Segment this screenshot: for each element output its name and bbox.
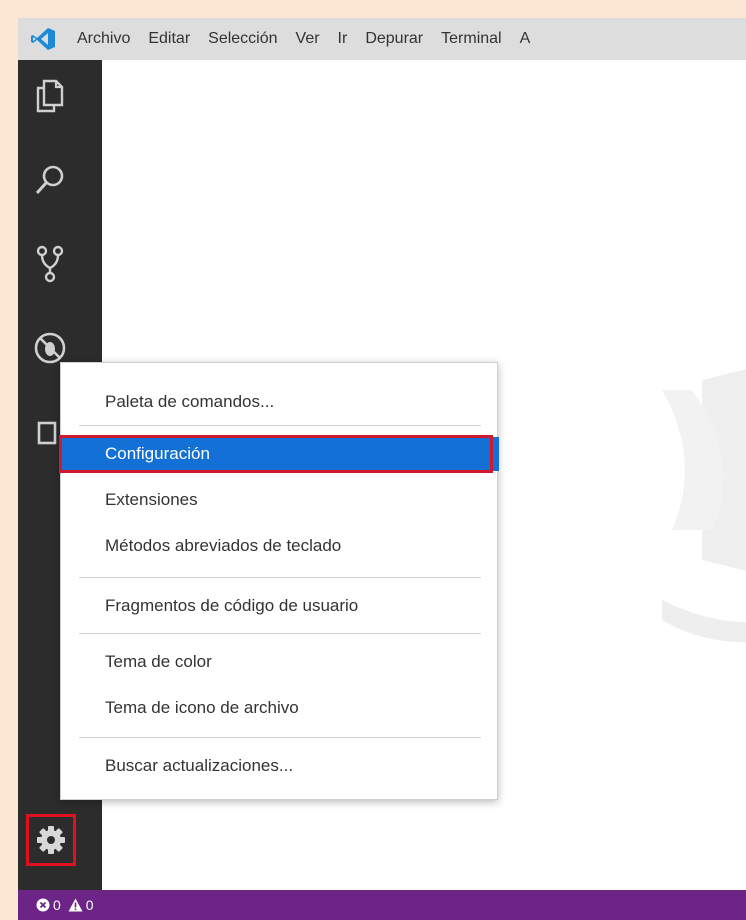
menu-item-extensions[interactable]: Extensiones [61,483,499,517]
menu-separator [79,577,481,578]
menu-item-keyboard-shortcuts[interactable]: Métodos abreviados de teclado [61,529,499,563]
menu-separator [79,737,481,738]
error-icon [36,898,50,912]
menu-item-command-palette[interactable]: Paleta de comandos... [61,385,499,419]
status-bar: 0 0 [18,890,746,920]
error-count: 0 [53,897,61,913]
explorer-icon[interactable] [18,60,82,132]
menu-item-check-updates[interactable]: Buscar actualizaciones... [61,749,499,783]
menu-archivo[interactable]: Archivo [68,18,139,60]
warning-count: 0 [85,897,94,913]
menu-ir[interactable]: Ir [329,18,357,60]
menu-bar: Archivo Editar Selección Ver Ir Depurar … [18,18,746,60]
problems-indicator[interactable]: 0 0 [36,897,94,913]
warning-icon [68,898,83,912]
vscode-logo-icon [18,18,68,60]
menu-terminal[interactable]: Terminal [432,18,510,60]
menu-separator [79,633,481,634]
search-icon[interactable] [18,144,82,216]
menu-seleccion[interactable]: Selección [199,18,286,60]
menu-item-settings[interactable]: Configuración [61,437,499,471]
gear-icon [37,826,65,854]
menu-item-user-snippets[interactable]: Fragmentos de código de usuario [61,589,499,623]
menu-separator [79,425,481,426]
menu-item-color-theme[interactable]: Tema de color [61,645,499,679]
menu-depurar[interactable]: Depurar [356,18,432,60]
menu-item-file-icon-theme[interactable]: Tema de icono de archivo [61,691,499,725]
manage-context-menu: Paleta de comandos... Configuración Exte… [59,362,499,800]
vscode-window: Archivo Editar Selección Ver Ir Depurar … [18,18,746,920]
manage-button[interactable] [26,814,76,866]
source-control-icon[interactable] [18,228,82,300]
menu-ayuda-truncated[interactable]: A [511,18,540,60]
menu-editar[interactable]: Editar [139,18,199,60]
menu-ver[interactable]: Ver [287,18,329,60]
